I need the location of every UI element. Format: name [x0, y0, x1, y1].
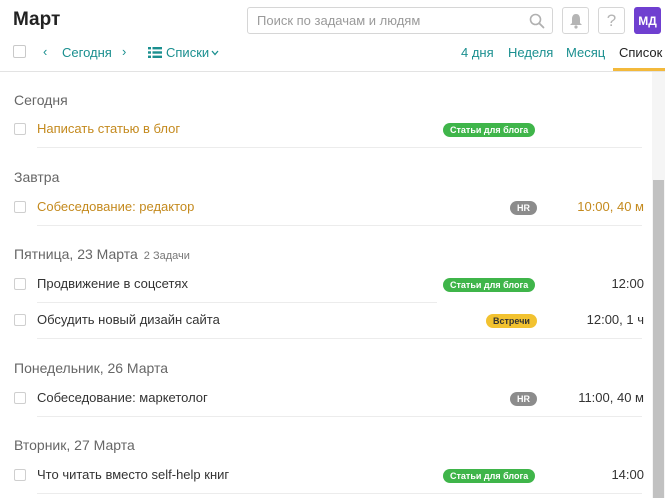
tag-badge[interactable]: Статьи для блога: [443, 278, 536, 292]
task-title[interactable]: Что читать вместо self-help книг: [37, 467, 229, 482]
day-heading: Завтра: [14, 169, 60, 185]
day-heading-title: Пятница, 23 Марта: [14, 246, 138, 262]
task-title[interactable]: Собеседование: маркетолог: [37, 390, 208, 405]
search-icon[interactable]: [529, 13, 545, 29]
tag-badge[interactable]: Статьи для блога: [443, 123, 536, 137]
row-divider: [37, 338, 642, 339]
task-title[interactable]: Обсудить новый дизайн сайта: [37, 312, 220, 327]
task-row[interactable]: Обсудить новый дизайн сайта Встречи 12:0…: [0, 303, 652, 339]
day-heading: Пятница, 23 Марта 2 Задачи: [14, 246, 190, 262]
task-checkbox[interactable]: [14, 123, 26, 135]
task-row[interactable]: Продвижение в соцсетях Статьи для блога …: [0, 267, 652, 303]
task-title[interactable]: Написать статью в блог: [37, 121, 180, 136]
avatar[interactable]: МД: [634, 7, 661, 34]
task-checkbox[interactable]: [14, 469, 26, 481]
row-divider: [37, 493, 642, 494]
day-heading: Сегодня: [14, 92, 68, 108]
tab-month[interactable]: Месяц: [566, 45, 605, 60]
task-time: 11:00, 40 м: [578, 390, 644, 405]
task-row[interactable]: Собеседование: маркетолог HR 11:00, 40 м: [0, 381, 652, 417]
bell-icon: [569, 13, 582, 29]
task-checkbox[interactable]: [14, 314, 26, 326]
search-input[interactable]: [248, 8, 518, 33]
day-heading: Понедельник, 26 Марта: [14, 360, 169, 376]
tag-badge[interactable]: HR: [510, 392, 537, 406]
task-list: Сегодня Написать статью в блог Статьи дл…: [0, 72, 652, 498]
help-button[interactable]: ?: [598, 7, 625, 34]
row-divider: [37, 147, 642, 148]
day-heading: Вторник, 27 Марта: [14, 437, 135, 453]
task-title[interactable]: Собеседование: редактор: [37, 199, 194, 214]
tab-4-days[interactable]: 4 дня: [461, 45, 494, 60]
tag-badge[interactable]: Встречи: [486, 314, 537, 328]
list-icon: [148, 47, 162, 58]
page-title: Март: [13, 9, 61, 30]
task-time: 12:00, 1 ч: [586, 312, 644, 327]
tag-badge[interactable]: HR: [510, 201, 537, 215]
active-tab-indicator: [613, 68, 665, 71]
today-button[interactable]: Сегодня: [62, 45, 112, 60]
notifications-button[interactable]: [562, 7, 589, 34]
task-row[interactable]: Что читать вместо self-help книг Статьи …: [0, 458, 652, 494]
task-time: 12:00: [611, 276, 644, 291]
scrollbar-thumb[interactable]: [653, 180, 664, 498]
row-divider: [37, 225, 642, 226]
row-divider: [37, 416, 642, 417]
day-task-count: 2 Задачи: [143, 250, 190, 262]
task-checkbox[interactable]: [14, 392, 26, 404]
tab-week[interactable]: Неделя: [508, 45, 553, 60]
chevron-down-icon: [211, 50, 219, 55]
task-checkbox[interactable]: [14, 278, 26, 290]
task-time: 14:00: [611, 467, 644, 482]
prev-period-button[interactable]: ‹: [43, 44, 47, 59]
search-box[interactable]: [247, 7, 553, 34]
task-title[interactable]: Продвижение в соцсетях: [37, 276, 188, 291]
tab-list[interactable]: Список: [619, 45, 662, 60]
task-row[interactable]: Написать статью в блог Статьи для блога: [0, 112, 652, 148]
lists-label: Списки: [166, 45, 210, 60]
task-time: 10:00, 40 м: [577, 199, 644, 214]
next-period-button[interactable]: ›: [122, 44, 126, 59]
task-checkbox[interactable]: [14, 201, 26, 213]
task-row[interactable]: Собеседование: редактор HR 10:00, 40 м: [0, 190, 652, 226]
lists-dropdown[interactable]: Списки: [148, 45, 219, 60]
app-header: Март ? МД ‹ Сегодня › Списки 4 дня Недел…: [0, 0, 665, 72]
tag-badge[interactable]: Статьи для блога: [443, 469, 536, 483]
select-all-checkbox[interactable]: [13, 45, 26, 58]
